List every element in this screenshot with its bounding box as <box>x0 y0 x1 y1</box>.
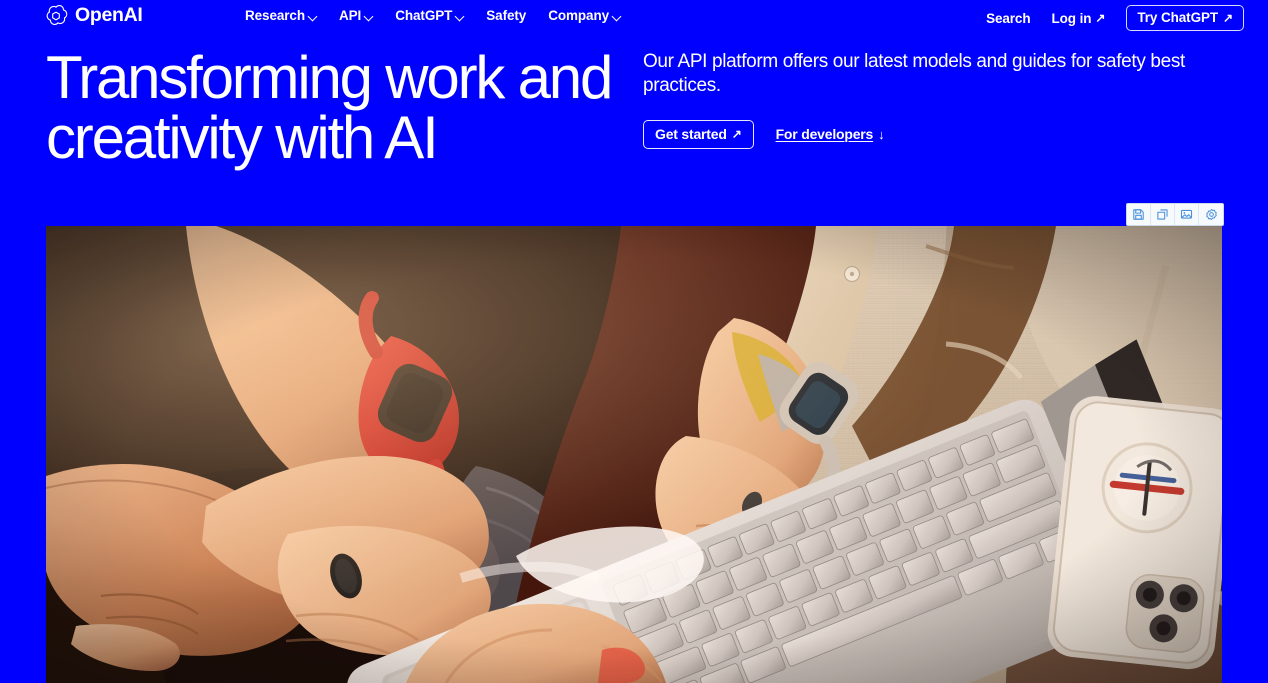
hero-photo-image <box>46 226 1222 683</box>
arrow-up-right-icon: ↗ <box>731 126 742 141</box>
arrow-down-icon: ↓ <box>878 126 885 142</box>
hero-photo <box>46 226 1222 683</box>
settings-button[interactable] <box>1199 204 1223 225</box>
search-label: Search <box>986 10 1031 26</box>
chevron-down-icon <box>455 12 464 21</box>
arrow-up-right-icon: ↗ <box>1095 11 1106 25</box>
chevron-down-icon <box>308 12 317 21</box>
top-navigation-bar: OpenAI Research API ChatGPT Safety Compa… <box>0 0 1268 34</box>
hero-subtitle: Our API platform offers our latest model… <box>643 51 1185 97</box>
image-button[interactable] <box>1175 204 1199 225</box>
copy-button[interactable] <box>1151 204 1175 225</box>
try-chatgpt-button[interactable]: Try ChatGPT ↗ <box>1126 5 1244 31</box>
nav-item-research-label: Research <box>245 8 305 23</box>
nav-item-chatgpt-label: ChatGPT <box>395 8 453 23</box>
nav-item-research[interactable]: Research <box>245 8 317 23</box>
try-chatgpt-label: Try ChatGPT <box>1137 10 1219 25</box>
brand-name-label: OpenAI <box>75 4 143 27</box>
login-link[interactable]: Log in ↗ <box>1052 11 1106 26</box>
primary-nav-links: Research API ChatGPT Safety Company <box>245 8 621 23</box>
settings-gear-icon <box>1205 208 1218 221</box>
for-developers-label: For developers <box>775 126 874 143</box>
page-title: Transforming work and creativity with AI <box>46 44 613 171</box>
secondary-nav-actions: Search Log in ↗ Try ChatGPT ↗ <box>986 5 1244 31</box>
chevron-down-icon <box>364 12 373 21</box>
nav-item-chatgpt[interactable]: ChatGPT <box>395 8 464 23</box>
get-started-button[interactable]: Get started ↗ <box>643 119 754 149</box>
chevron-down-icon <box>612 12 621 21</box>
openai-blossom-logo-icon <box>44 4 68 28</box>
save-button[interactable] <box>1127 204 1151 225</box>
nav-item-company-label: Company <box>548 8 610 23</box>
nav-item-safety[interactable]: Safety <box>486 8 526 23</box>
search-button[interactable]: Search <box>986 10 1031 26</box>
arrow-up-right-icon: ↗ <box>1223 10 1233 25</box>
hero-copy-column: Our API platform offers our latest model… <box>643 50 1223 149</box>
nav-item-safety-label: Safety <box>486 8 527 23</box>
nav-item-api-label: API <box>339 8 362 23</box>
get-started-label: Get started <box>655 125 727 142</box>
brand-logo-link[interactable]: OpenAI <box>44 4 143 28</box>
nav-item-api[interactable]: API <box>339 8 373 23</box>
nav-item-company[interactable]: Company <box>548 8 621 23</box>
for-developers-link[interactable]: For developers ↓ <box>776 126 885 142</box>
image-action-toolbar <box>1126 203 1224 226</box>
copy-icon <box>1156 208 1169 221</box>
image-icon <box>1180 208 1193 221</box>
login-label: Log in <box>1051 10 1092 26</box>
save-icon <box>1132 208 1145 221</box>
hero-actions: Get started ↗ For developers ↓ <box>643 119 1223 149</box>
hero-section: Transforming work and creativity with AI… <box>0 40 1268 210</box>
openai-homepage: OpenAI Research API ChatGPT Safety Compa… <box>0 0 1268 683</box>
